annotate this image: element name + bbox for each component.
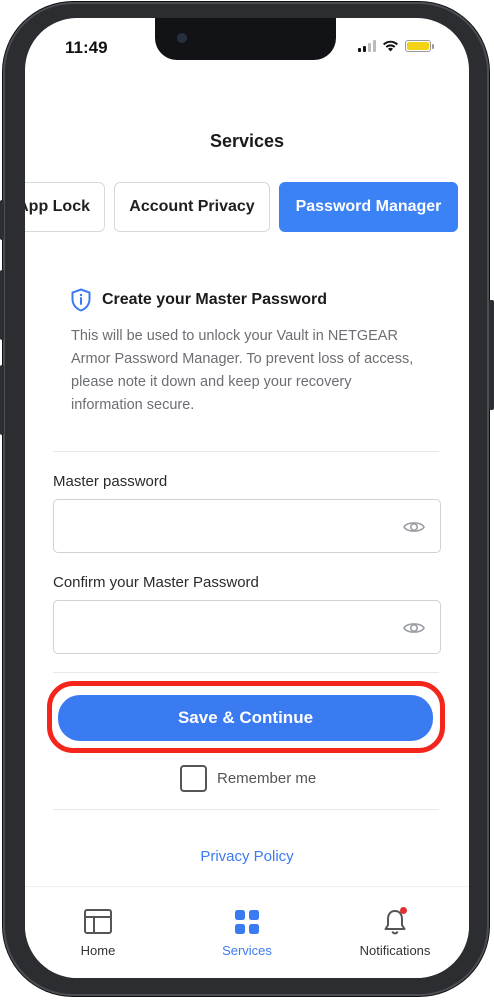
tab-label: Account Privacy bbox=[129, 198, 255, 215]
confirm-password-field[interactable] bbox=[53, 600, 441, 654]
notification-dot bbox=[400, 907, 407, 914]
master-password-field[interactable] bbox=[53, 499, 441, 553]
remember-me-label: Remember me bbox=[217, 770, 317, 787]
cellular-signal-icon bbox=[358, 40, 376, 52]
side-button-left-2 bbox=[0, 270, 4, 340]
master-password-label: Master password bbox=[53, 473, 168, 490]
grid-icon bbox=[235, 910, 259, 934]
tab-label: Password Manager bbox=[295, 198, 442, 215]
notch bbox=[155, 18, 336, 60]
tab-app-lock[interactable]: App Lock bbox=[25, 182, 105, 232]
screen: 11:49 Services App Lock Account Privacy … bbox=[25, 18, 469, 978]
status-time: 11:49 bbox=[65, 38, 108, 57]
tab-services-label: Services bbox=[222, 943, 272, 958]
info-title: Create your Master Password bbox=[102, 291, 327, 308]
tab-notifications-label: Notifications bbox=[359, 943, 431, 958]
info-header: Create your Master Password bbox=[70, 288, 327, 312]
shield-info-icon bbox=[71, 288, 91, 312]
save-continue-button[interactable]: Save & Continue bbox=[58, 695, 433, 741]
side-button-right bbox=[489, 300, 494, 410]
page-title: Services bbox=[209, 131, 285, 151]
divider bbox=[53, 809, 439, 810]
tab-services[interactable]: Services bbox=[192, 907, 302, 958]
confirm-password-input[interactable] bbox=[54, 601, 394, 653]
remember-me-row[interactable]: Remember me bbox=[180, 765, 316, 792]
eye-icon[interactable] bbox=[402, 616, 426, 640]
bottom-tab-bar: Home Services Notifications bbox=[25, 886, 469, 978]
status-icons bbox=[358, 40, 434, 52]
tab-password-manager[interactable]: Password Manager bbox=[279, 182, 458, 232]
battery-icon bbox=[405, 40, 434, 52]
side-button-left-1 bbox=[0, 200, 4, 240]
eye-icon[interactable] bbox=[402, 515, 426, 539]
tab-account-privacy[interactable]: Account Privacy bbox=[114, 182, 270, 232]
wifi-icon bbox=[383, 40, 398, 52]
master-password-input[interactable] bbox=[54, 500, 394, 552]
tab-label: App Lock bbox=[25, 198, 90, 215]
tab-notifications[interactable]: Notifications bbox=[340, 907, 450, 958]
side-button-left-3 bbox=[0, 365, 4, 435]
camera-icon bbox=[177, 33, 187, 43]
info-description: This will be used to unlock your Vault i… bbox=[71, 328, 414, 413]
confirm-password-label: Confirm your Master Password bbox=[53, 574, 259, 591]
remember-me-checkbox[interactable] bbox=[180, 765, 207, 792]
divider bbox=[53, 672, 439, 673]
divider bbox=[53, 451, 439, 452]
privacy-policy-link[interactable]: Privacy Policy bbox=[25, 848, 469, 865]
tab-home[interactable]: Home bbox=[43, 907, 153, 958]
bell-icon-wrapper bbox=[380, 907, 410, 937]
home-icon bbox=[84, 909, 112, 934]
tab-home-label: Home bbox=[80, 943, 116, 958]
